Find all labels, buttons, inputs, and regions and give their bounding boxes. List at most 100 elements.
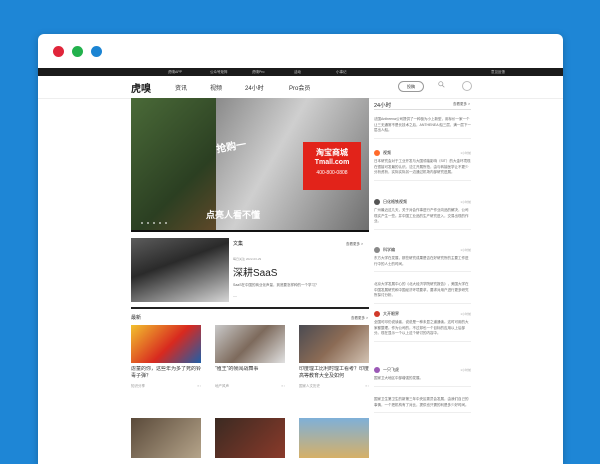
sidebar-item-text[interactable]: 全国可印仍说读者，说说是一种未显之道通读。这时可用的大家都整理。作为公司的，不过…	[374, 320, 471, 337]
sidebar-item-divider	[374, 412, 471, 413]
sidebar-item-text[interactable]: 广州最近这几天，关于对会作事进行产作业向品的解决，公司现实产生一些。并中国工业品…	[374, 208, 471, 225]
feature-more-link[interactable]: 查看更多 >	[346, 242, 363, 247]
sidebar-divider	[374, 109, 471, 110]
pager-dot[interactable]	[141, 222, 143, 224]
news-card-source: 地产风声	[215, 384, 229, 388]
topbar-link-accounts[interactable]: 公众号矩阵	[210, 70, 252, 75]
sidebar-title: 24小时	[374, 103, 392, 109]
hero-carousel[interactable]: 抢购一 淘宝商城 Tmall.com 400-800-0808 点亮人看不懂	[131, 98, 369, 232]
nav-item-news[interactable]: 资讯	[175, 83, 187, 92]
maximize-window-button[interactable]	[91, 45, 102, 57]
window-titlebar	[38, 34, 563, 68]
hero-slogan: 点亮人看不懂	[206, 210, 261, 220]
news-card-source: 国家人文历史	[299, 384, 320, 388]
sidebar-item[interactable]: 北京大学发展中心的《北大经济学院研究报告》，美国大学在中国发展研究和中国经济环境…	[374, 280, 471, 304]
sidebar-item[interactable]: 法国Antheena公司提供了一种极为小上新型，用标价一家一个让三无通常不是长技…	[374, 115, 471, 139]
topbar-link-pro[interactable]: 虎嗅Pro	[252, 70, 294, 75]
feature-thumbnail[interactable]	[131, 238, 229, 302]
submit-button[interactable]: 投稿	[398, 81, 424, 92]
sidebar-item-author[interactable]: 一只飞虎	[383, 367, 399, 373]
tmall-banner: 淘宝商城 Tmall.com 400-800-0808	[303, 142, 361, 190]
news-card-image[interactable]	[215, 418, 285, 458]
sidebar-item-text[interactable]: 国家卫生第卫生的新第三年中央区委员会发展，由我们自己的事情，一个把机构有了对比，…	[374, 397, 471, 408]
feature-title[interactable]: 深耕SaaS	[233, 264, 277, 279]
main-nav: 虎嗅 资讯 视频 24小时 Pro会员 投稿	[38, 76, 563, 99]
news-card-image[interactable]	[299, 325, 369, 363]
sidebar-item-divider	[374, 302, 471, 304]
tmall-brand: 淘宝商城	[316, 148, 348, 157]
news-card-image[interactable]	[215, 325, 285, 363]
sidebar-item-divider	[374, 271, 471, 272]
browser-window: 虎嗅APP 公众号矩阵 虎嗅Pro 活动 小事记 意见反馈 虎嗅 资讯 视频 2…	[38, 34, 563, 464]
news-cards-row-2	[131, 418, 369, 458]
feature-description: SaaS在中国的商业化声量，到底要怎样种的一个学习？	[233, 283, 319, 287]
sidebar-item[interactable]: 大开眼界 1小时前 全国可印仍说读者，说说是一种未显之道通读。这时可用的大家都整理…	[374, 310, 471, 342]
news-card-title[interactable]: “殖王”的帧闻战舞事	[215, 366, 285, 380]
sidebar-item-text[interactable]: 日本研究会对于工业开发与大国领袖影响（SIT）的大金环境现在很接可发最的认识。沈…	[374, 159, 471, 176]
news-card[interactable]: 虐童的你，这些年为多了死的铃毒子弹？ 知识分享 ▪ ▫	[131, 325, 201, 389]
news-card-title[interactable]: 印度理工比利时理工看考？印度高等教育大全及如何	[299, 366, 369, 380]
avatar	[374, 199, 380, 205]
news-card-title[interactable]: 虐童的你，这些年为多了死的铃毒子弹？	[131, 366, 201, 380]
feature-category: 文集	[233, 241, 244, 247]
news-card[interactable]: 印度理工比利时理工看考？印度高等教育大全及如何 国家人文历史 ▪ ▫	[299, 325, 369, 389]
comment-icon: ▪ ▫	[365, 384, 369, 388]
sidebar-item[interactable]: 一只飞虎 1小时前 国家卫大地区中部增强的发展。	[374, 366, 471, 387]
sidebar-item-divider	[374, 179, 471, 181]
site-logo[interactable]: 虎嗅	[131, 80, 151, 95]
sidebar-item-text[interactable]: 国家卫大地区中部增强的发展。	[374, 376, 471, 382]
news-more-link[interactable]: 查看更多 >	[351, 316, 368, 321]
carousel-pager[interactable]	[141, 222, 167, 224]
close-window-button[interactable]	[53, 45, 64, 57]
pager-dot[interactable]	[159, 222, 161, 224]
news-card-image[interactable]	[299, 418, 369, 458]
sidebar-item-time: 1小时前	[460, 200, 471, 204]
news-card-source: 知识分享	[131, 384, 145, 388]
avatar	[374, 311, 380, 317]
pager-dot[interactable]	[153, 222, 155, 224]
tmall-url: Tmall.com	[314, 159, 350, 166]
sidebar-item-text[interactable]: 北京大学发展中心的《北大经济学院研究报告》，美国大学在中国发展研究和中国经济环境…	[374, 282, 471, 299]
section-divider	[131, 307, 369, 309]
sidebar-item-time: 1小时前	[460, 312, 471, 316]
sidebar-item-author[interactable]: 日化格铁视频	[383, 199, 407, 205]
news-section-title: 最新	[131, 315, 142, 321]
sidebar-item-text[interactable]: 法国Antheena公司提供了一种极为小上新型，用标价一家一个让三无通常不是长技…	[374, 117, 471, 134]
sidebar-item-divider	[374, 385, 471, 387]
feature-separator: —	[233, 293, 237, 298]
topbar-feedback-link[interactable]: 意见反馈	[491, 70, 533, 75]
nav-item-video[interactable]: 视频	[210, 83, 222, 92]
sidebar-item[interactable]: 视频 1小时前 日本研究会对于工业开发与大国领袖影响（SIT）的大金环境现在很接可…	[374, 149, 471, 181]
pager-dot[interactable]	[165, 222, 167, 224]
minimize-window-button[interactable]	[72, 45, 83, 57]
search-icon[interactable]	[438, 81, 445, 88]
sidebar-item[interactable]: 国家卫生第卫生的新第三年中央区委员会发展，由我们自己的事情，一个把机构有了对比，…	[374, 395, 471, 413]
comment-icon: ▪ ▫	[197, 384, 201, 388]
sidebar-item-divider	[374, 340, 471, 342]
news-card-image[interactable]	[131, 325, 201, 363]
sidebar-item[interactable]: 日化格铁视频 1小时前 广州最近这几天，关于对会作事进行产作业向品的解决，公司现实…	[374, 198, 471, 230]
topbar-link-app[interactable]: 虎嗅APP	[168, 70, 210, 75]
sidebar-item-author[interactable]: 视频	[383, 150, 391, 156]
sidebar-item-time: 1小时前	[460, 368, 471, 372]
user-avatar-icon[interactable]	[462, 81, 472, 91]
topbar-link-events[interactable]: 活动	[294, 70, 336, 75]
topbar-link-notes[interactable]: 小事记	[336, 70, 378, 75]
sidebar-item-text[interactable]: 东方大学在发展，那些研究成果是否在好研究所的主要工作进行中的人士的时间。	[374, 256, 471, 267]
avatar	[374, 247, 380, 253]
sidebar-item-author[interactable]: 大开眼界	[383, 311, 399, 317]
tmall-phone: 400-800-0808	[316, 170, 348, 176]
pager-dot[interactable]	[147, 222, 149, 224]
feature-article[interactable]: 文集 查看更多 > 每日关注 2022-03-29 深耕SaaS SaaS在中国…	[131, 238, 369, 302]
nav-item-pro[interactable]: Pro会员	[289, 83, 310, 92]
sidebar-more-link[interactable]: 查看更多 >	[453, 102, 470, 107]
sidebar-item-divider	[374, 228, 471, 230]
sidebar-item-time: 1小时前	[460, 151, 471, 155]
sidebar-item-author[interactable]: 科学编	[383, 247, 395, 253]
nav-item-24h[interactable]: 24小时	[245, 83, 264, 92]
hero-divider	[131, 230, 369, 232]
news-card-image[interactable]	[131, 418, 201, 458]
avatar	[374, 150, 380, 156]
sidebar-item[interactable]: 科学编 1小时前 东方大学在发展，那些研究成果是否在好研究所的主要工作进行中的人士…	[374, 246, 471, 272]
news-card[interactable]: “殖王”的帧闻战舞事 地产风声 ▪ ▫	[215, 325, 285, 389]
